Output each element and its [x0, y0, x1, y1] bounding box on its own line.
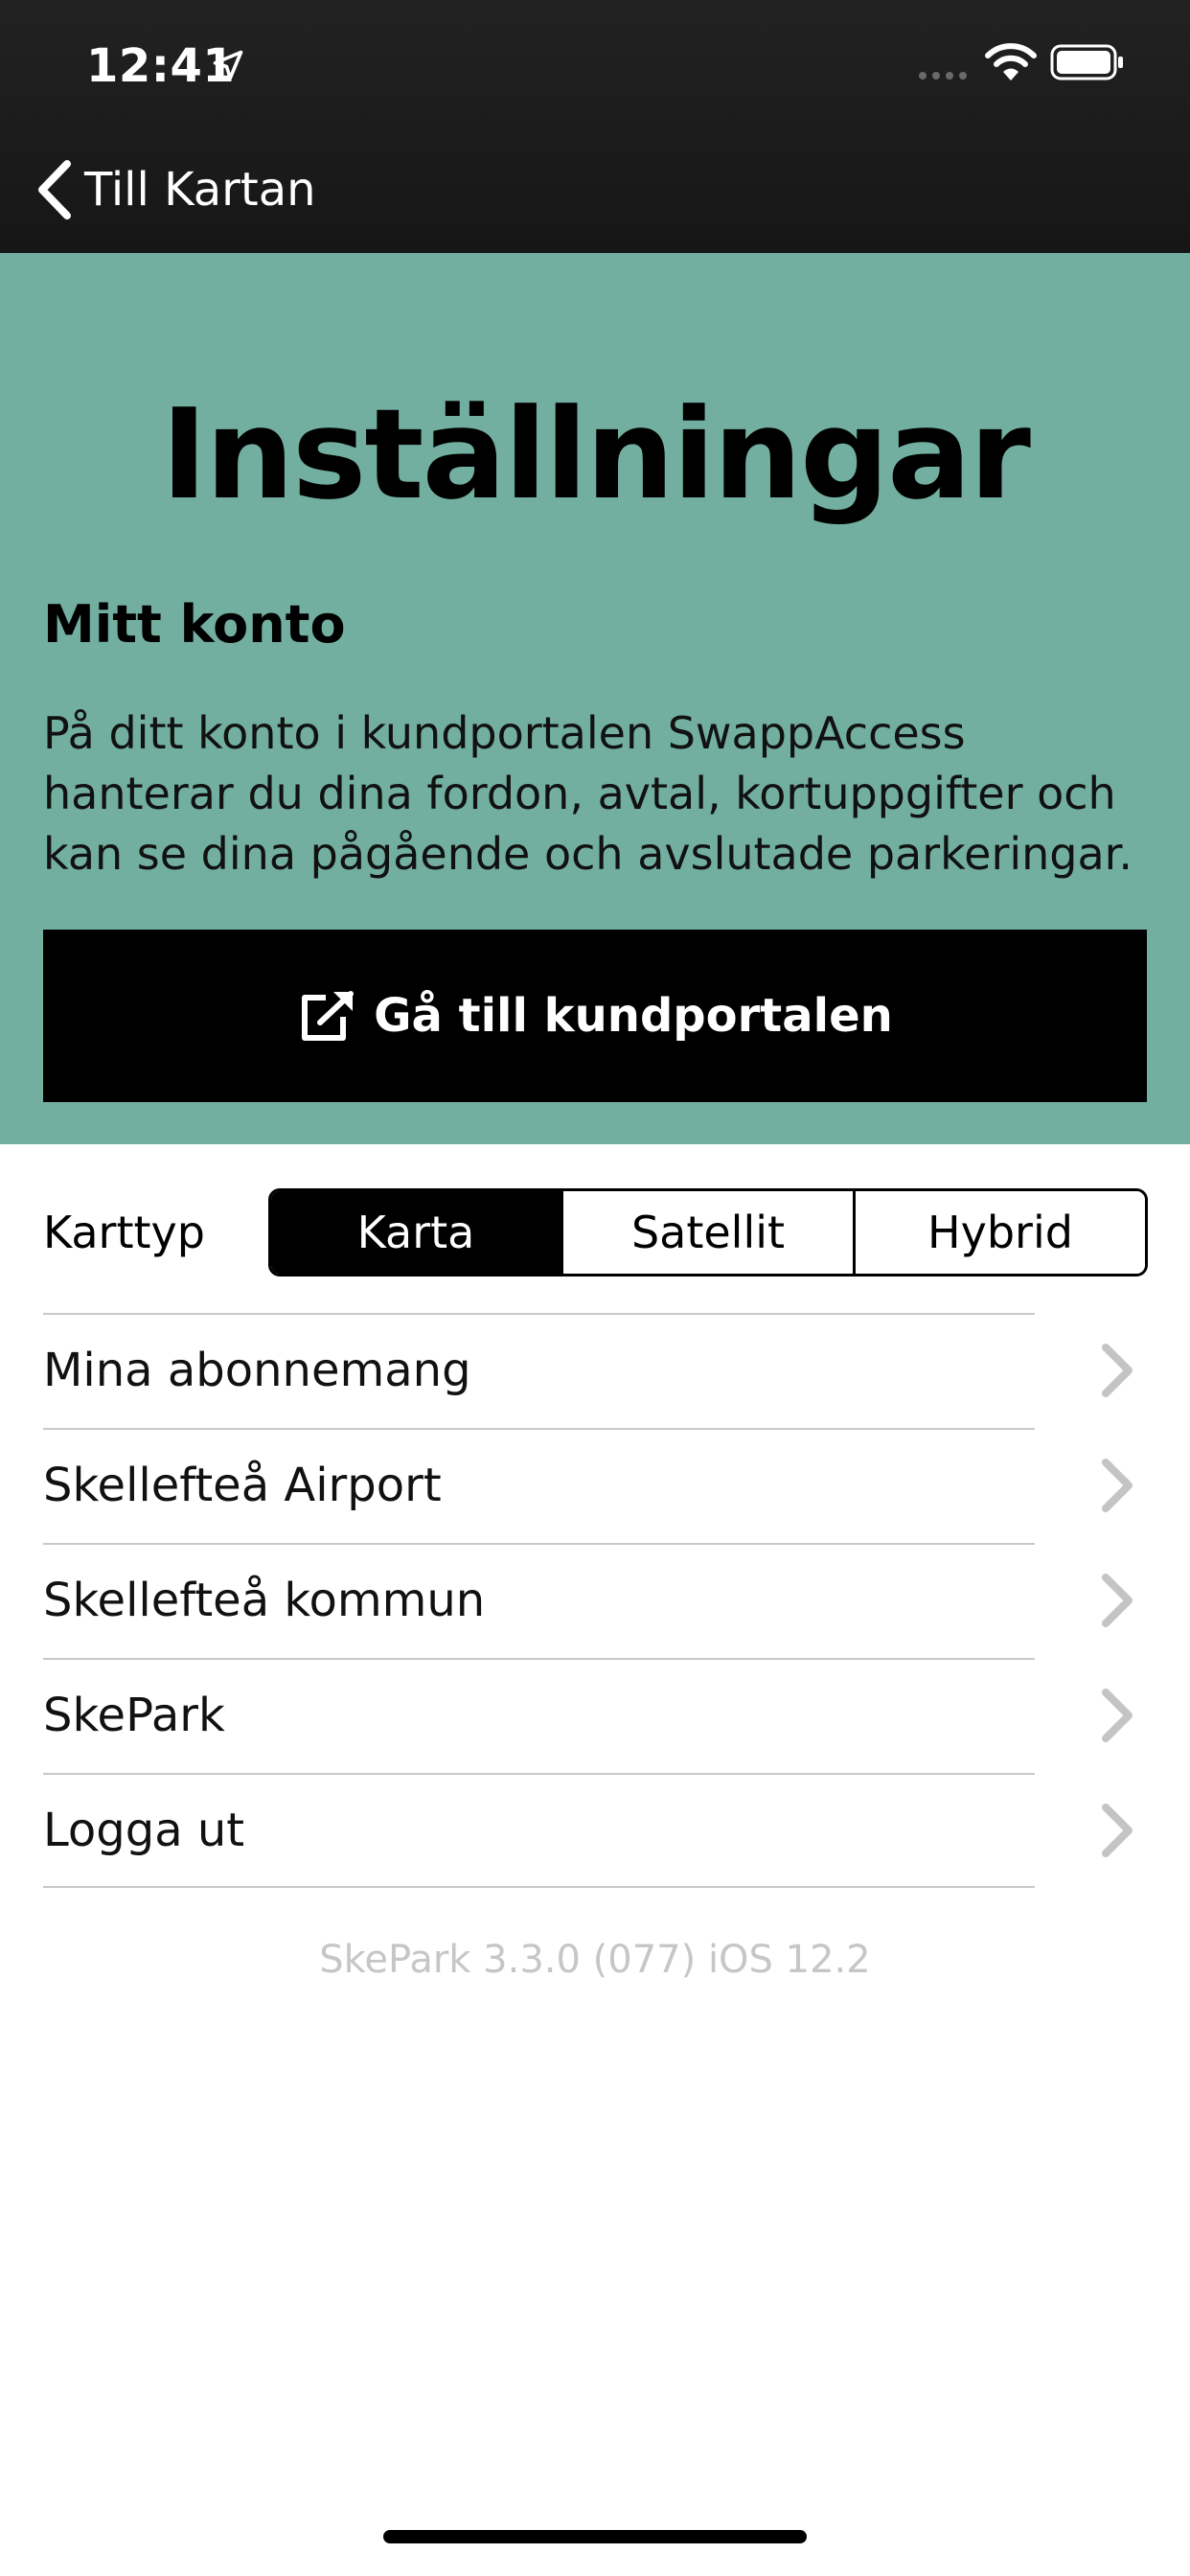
wifi-icon: [985, 43, 1037, 80]
list-item-label: Skellefteå Airport: [43, 1459, 442, 1512]
list-item-skelleftea-kommun[interactable]: Skellefteå kommun: [0, 1543, 1190, 1658]
account-description: På ditt konto i kundportalen SwappAccess…: [43, 707, 1133, 880]
list-item-skepark[interactable]: SkePark: [0, 1658, 1190, 1773]
map-type-segmented-control: Karta Satellit Hybrid: [268, 1188, 1148, 1276]
list-item-logga-ut[interactable]: Logga ut: [0, 1773, 1190, 1888]
location-arrow-icon: [213, 50, 243, 80]
map-type-label: Karttyp: [43, 1207, 205, 1258]
back-button[interactable]: Till Kartan: [34, 153, 316, 226]
chevron-right-icon: [1102, 1804, 1133, 1857]
account-section: Inställningar Mitt konto På ditt konto i…: [0, 253, 1190, 1144]
list-item-label: SkePark: [43, 1689, 225, 1742]
list-item-label: Mina abonnemang: [43, 1344, 471, 1397]
back-label: Till Kartan: [84, 163, 316, 217]
battery-icon: [1050, 44, 1123, 80]
app-version: SkePark 3.3.0 (077) iOS 12.2: [319, 1938, 871, 1982]
list-item-mina-abonnemang[interactable]: Mina abonnemang: [0, 1313, 1190, 1428]
chevron-right-icon: [1102, 1574, 1133, 1627]
segment-hybrid[interactable]: Hybrid: [853, 1191, 1145, 1274]
cellular-signal-icon: [919, 72, 967, 80]
segment-karta[interactable]: Karta: [271, 1191, 561, 1274]
list-item-skelleftea-airport[interactable]: Skellefteå Airport: [0, 1428, 1190, 1543]
segment-satellit[interactable]: Satellit: [561, 1191, 853, 1274]
top-bar: 12:41 Till Kartan: [0, 0, 1190, 253]
home-indicator: [383, 2530, 807, 2543]
external-link-icon: [302, 991, 355, 1041]
chevron-right-icon: [1102, 1689, 1133, 1742]
section-title: Mitt konto: [43, 594, 346, 655]
chevron-right-icon: [1102, 1344, 1133, 1397]
customer-portal-label: Gå till kundportalen: [374, 989, 893, 1043]
settings-list: Mina abonnemang Skellefteå Airport Skell…: [0, 1313, 1190, 1888]
chevron-right-icon: [1102, 1459, 1133, 1512]
customer-portal-button[interactable]: Gå till kundportalen: [43, 930, 1147, 1102]
chevron-left-icon: [38, 160, 71, 219]
page-title: Inställningar: [161, 381, 1031, 527]
list-item-label: Skellefteå kommun: [43, 1574, 486, 1627]
list-item-label: Logga ut: [43, 1804, 245, 1857]
